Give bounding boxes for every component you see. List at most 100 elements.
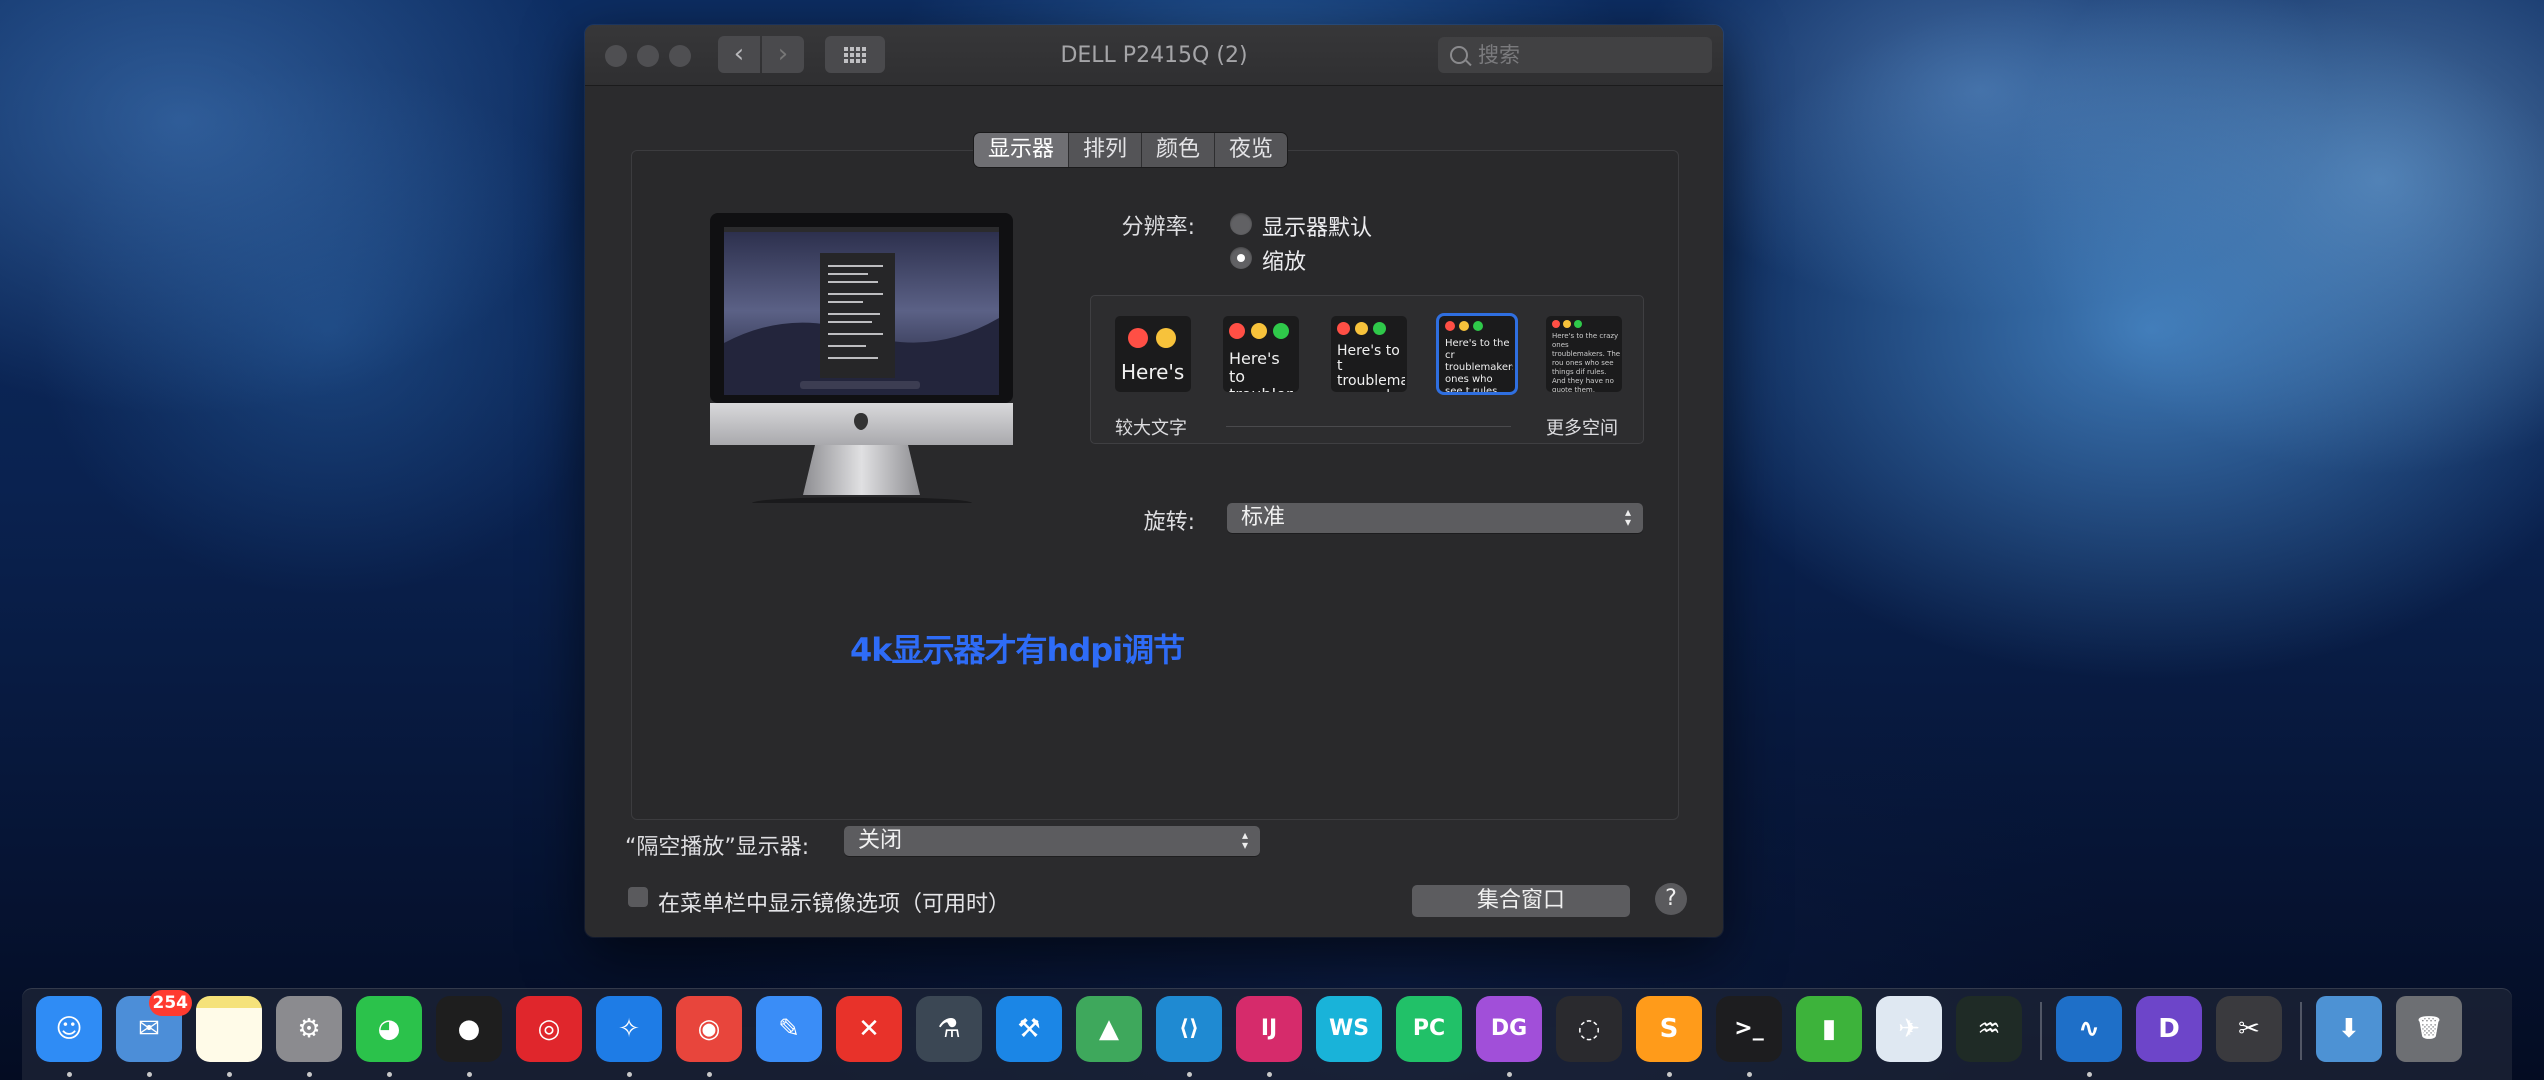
larger-text-caption: 较大文字 [1115,418,1187,439]
dock-activity-monitor-icon[interactable]: ♒ [1956,996,2022,1062]
dock-running-indicator [1187,1072,1192,1077]
dock-terminal-glyph: >_ [1734,1016,1764,1041]
dock-datagrip-icon[interactable]: DG [1476,996,1542,1062]
scaled-resolution-picker: Here's Here's to troublem Here's to t tr… [1090,295,1644,444]
dock-xcode-glyph: ⚒ [1017,1014,1041,1044]
help-button[interactable]: ? [1655,883,1687,915]
dock-android-studio-icon[interactable]: ▲ [1076,996,1142,1062]
scale-option-4[interactable]: Here's to the cr troublemakers. ones who… [1439,316,1515,392]
dock-lark-icon[interactable]: ✎ [756,996,822,1062]
dock-running-indicator [227,1072,232,1077]
dock-intellij-glyph: IJ [1260,1016,1278,1041]
scale-option-2[interactable]: Here's to troublem [1223,316,1299,392]
dock-mail-icon[interactable]: ✉ 254 [116,990,192,1062]
dock-instruments-glyph: ⚗ [937,1014,961,1044]
annotation-note: 4k显示器才有hdpi调节 [850,631,1185,669]
scale-option-3-text: Here's to t troublema ones who [1337,344,1405,392]
radio-default-resolution[interactable] [1230,213,1252,235]
dock-wechat-glyph: ◕ [377,1014,401,1044]
search-input[interactable]: 搜索 [1438,37,1712,73]
dock-qq-icon[interactable]: ● [436,996,502,1062]
radio-scaled[interactable] [1230,247,1252,269]
dock-xmind-icon[interactable]: ✕ [836,996,902,1062]
imac-illustration [710,213,1013,503]
airplay-select[interactable]: 关闭 ▴ ▾ [844,826,1260,856]
scale-option-3[interactable]: Here's to t troublema ones who [1331,316,1407,392]
dock-trash-icon[interactable]: 🗑 [2396,996,2462,1062]
dock-navicat-icon[interactable]: ◌ [1556,996,1622,1062]
dock-datagrip-glyph: DG [1490,1016,1528,1041]
dock-finder-icon[interactable]: ☺ [36,996,102,1062]
display-preferences-window: ‹ › DELL P2415Q (2) 搜索 显示器 排列 颜色 夜览 分辨率:… [585,25,1723,937]
dock-chrome-glyph: ◉ [697,1014,721,1044]
dock-intel-power-gadget-icon[interactable]: ∿ [2056,996,2122,1062]
scale-slider-track [1226,426,1511,427]
dock-telegram-bird-icon[interactable]: ✈ [1876,996,1942,1062]
dock-netease-music-icon[interactable]: ◎ [516,996,582,1062]
rotation-label: 旋转: [1143,510,1195,535]
dock-running-indicator [1747,1072,1752,1077]
dock-running-indicator [1507,1072,1512,1077]
dock-running-indicator [467,1072,472,1077]
dock-pipe-glyph: ▮ [1821,1014,1837,1044]
dock-safari-glyph: ✧ [618,1014,640,1044]
mail-unread-badge: 254 [148,990,192,1016]
dock-activity-monitor-glyph: ♒ [1977,1014,2001,1044]
dock-terminal-icon[interactable]: >_ [1716,996,1782,1062]
dock-screenshot-tool-glyph: ✂ [2238,1014,2260,1044]
dock-screenshot-tool-icon[interactable]: ✂ [2216,996,2282,1062]
dock-downloads-folder-icon[interactable]: ⬇ [2316,996,2382,1062]
dock-mail-glyph: ✉ [138,1014,160,1044]
gather-windows-button[interactable]: 集合窗口 [1412,885,1630,917]
mirror-options-checkbox[interactable] [628,887,648,907]
tab-color[interactable]: 颜色 [1142,133,1216,167]
dock-instruments-icon[interactable]: ⚗ [916,996,982,1062]
dock-sublime-glyph: S [1659,1014,1679,1044]
dock-intellij-icon[interactable]: IJ [1236,996,1302,1062]
rotation-select[interactable]: 标准 ▴ ▾ [1227,503,1643,533]
search-placeholder: 搜索 [1478,43,1520,67]
scale-option-5[interactable]: Here's to the crazy ones troublemakers. … [1546,316,1622,392]
scale-option-5-text: Here's to the crazy ones troublemakers. … [1552,332,1621,392]
dock-notes-icon[interactable] [196,996,262,1062]
dock-lark-glyph: ✎ [778,1014,800,1044]
mirror-options-label[interactable]: 在菜单栏中显示镜像选项（可用时） [658,886,1010,918]
dock-running-indicator [1267,1072,1272,1077]
tab-arrangement[interactable]: 排列 [1069,133,1143,167]
dock-dash-icon[interactable]: D [2136,996,2202,1062]
dock-android-studio-glyph: ▲ [1099,1014,1119,1044]
tab-display[interactable]: 显示器 [974,133,1070,167]
dock-safari-icon[interactable]: ✧ [596,996,662,1062]
dock-webstorm-glyph: WS [1328,1016,1370,1041]
dock-running-indicator [387,1072,392,1077]
scaled-label[interactable]: 缩放 [1262,244,1306,276]
dock-running-indicator [2087,1072,2092,1077]
dock-navicat-glyph: ◌ [1577,1014,1601,1044]
dock-xmind-glyph: ✕ [858,1014,880,1044]
dock-pycharm-icon[interactable]: PC [1396,996,1462,1062]
tab-night-shift[interactable]: 夜览 [1215,133,1288,167]
dock-xcode-icon[interactable]: ⚒ [996,996,1062,1062]
default-resolution-label[interactable]: 显示器默认 [1262,210,1372,242]
dock-wechat-icon[interactable]: ◕ [356,996,422,1062]
dock-running-indicator [707,1072,712,1077]
dock-sublime-icon[interactable]: S [1636,996,1702,1062]
dock-running-indicator [147,1072,152,1077]
dock-vscode-icon[interactable]: ⟨⟩ [1156,996,1222,1062]
dock-system-preferences-glyph: ⚙ [297,1014,321,1044]
dock-dash-glyph: D [2158,1014,2180,1044]
dock-running-indicator [1667,1072,1672,1077]
dock-webstorm-icon[interactable]: WS [1316,996,1382,1062]
dock-chrome-icon[interactable]: ◉ [676,996,742,1062]
updown-chevron-icon: ▴ ▾ [1241,828,1249,852]
dock-intel-power-gadget-glyph: ∿ [2078,1014,2100,1044]
scale-option-4-text: Here's to the cr troublemakers. ones who… [1445,338,1513,392]
dock-system-preferences-icon[interactable]: ⚙ [276,996,342,1062]
dock-netease-music-glyph: ◎ [537,1014,561,1044]
tab-bar: 显示器 排列 颜色 夜览 [974,133,1288,167]
dock-pipe-icon[interactable]: ▮ [1796,996,1862,1062]
dock-finder-glyph: ☺ [55,1014,83,1044]
more-space-caption: 更多空间 [1546,418,1618,439]
scale-option-1[interactable]: Here's [1115,316,1191,392]
airplay-label: “隔空播放”显示器: [625,835,810,860]
